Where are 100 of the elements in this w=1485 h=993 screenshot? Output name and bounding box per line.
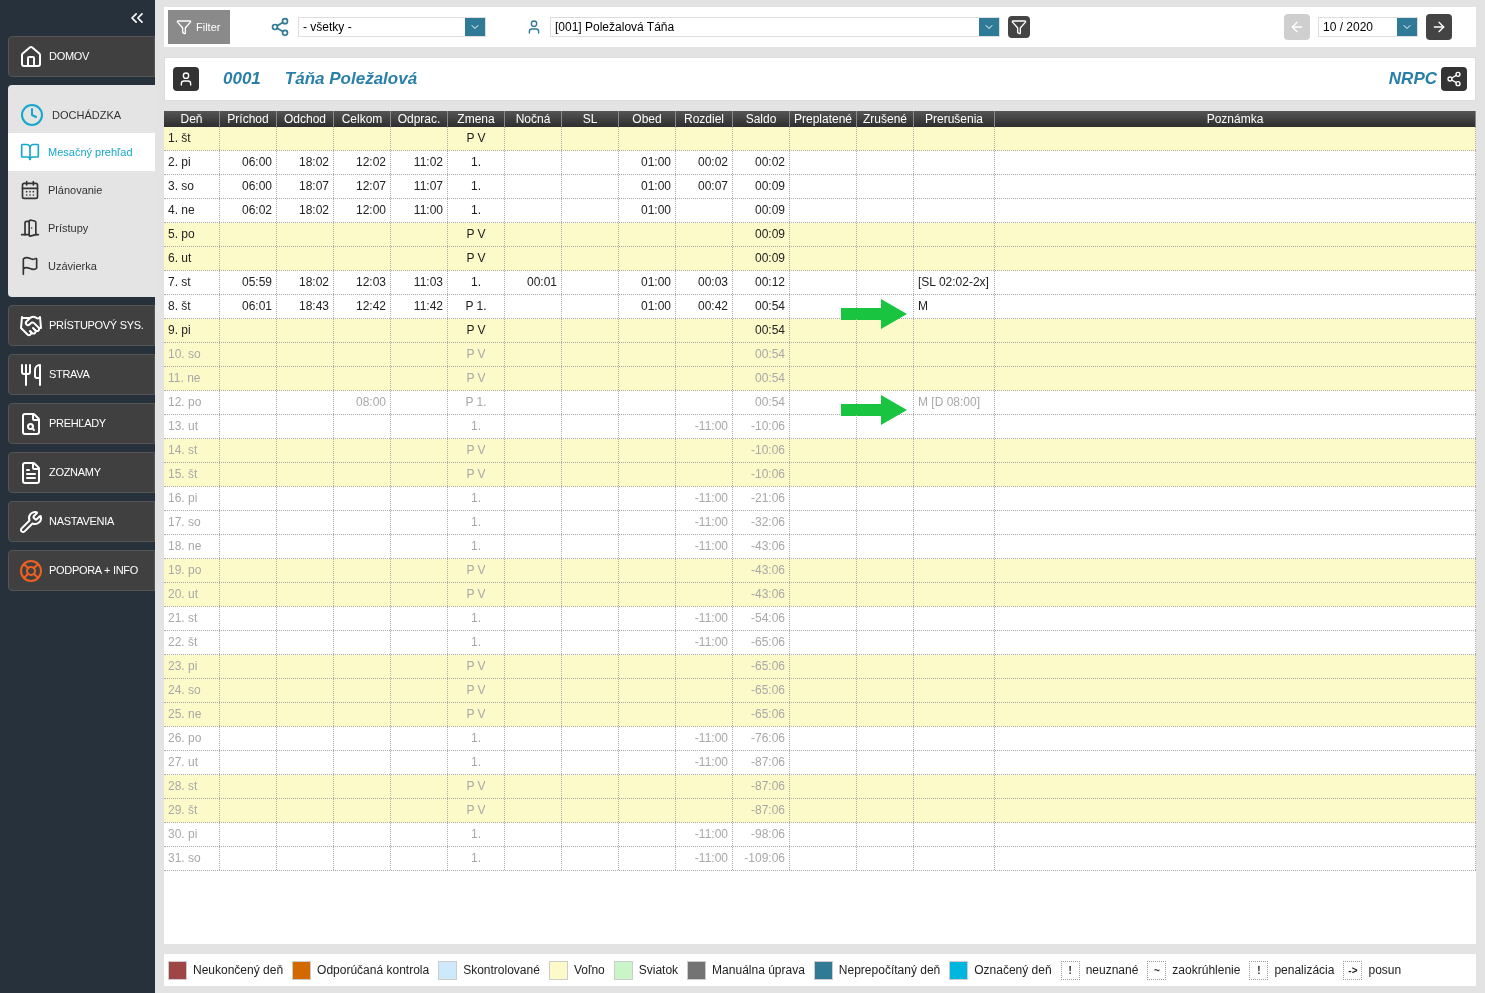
table-cell: 12:02 <box>355 155 386 169</box>
table-cell: 24. so <box>168 683 201 697</box>
table-cell: -10:06 <box>750 467 785 481</box>
table-cell: -11:00 <box>694 827 728 841</box>
nav-subitem[interactable]: Uzávierka <box>8 247 155 285</box>
table-cell: 14. st <box>168 443 198 457</box>
filter-button[interactable] <box>1008 16 1030 38</box>
table-cell: 10. so <box>168 347 201 361</box>
table-cell: -87:06 <box>750 779 785 793</box>
table-cell: 1. <box>471 731 481 745</box>
table-cell: 11:03 <box>413 275 443 289</box>
table-cell: 26. po <box>168 731 202 745</box>
magnifier-icon <box>19 411 43 436</box>
table-cell: 31. so <box>168 851 201 865</box>
lifebuoy-icon <box>19 558 43 583</box>
table-cell: P 1. <box>465 299 487 313</box>
legend-label: neuznané <box>1085 962 1139 979</box>
table-cell: 11:42 <box>413 299 443 313</box>
employee-number: 0001 <box>223 68 261 91</box>
next-month-button[interactable] <box>1426 14 1452 40</box>
table-cell: 00:54 <box>754 299 785 313</box>
table-cell: -11:00 <box>694 491 728 505</box>
nav-group[interactable]: ZOZNAMY <box>8 452 155 493</box>
nav-subitem[interactable]: Prístupy <box>8 209 155 247</box>
table-cell: 00:09 <box>754 227 785 241</box>
table-cell: 22. št <box>168 635 198 649</box>
table-cell: 25. ne <box>168 707 202 721</box>
table-cell: 00:12 <box>754 275 785 289</box>
legend-symbol: ~ <box>1147 960 1167 980</box>
table-cell: -11:00 <box>694 731 728 745</box>
legend-label: Neprepočítaný deň <box>838 962 941 979</box>
table-cell: -87:06 <box>750 755 785 769</box>
table-cell: 8. št <box>168 299 191 313</box>
table-cell: P V <box>466 227 486 241</box>
table-cell: 1. <box>471 179 481 193</box>
network-icon[interactable] <box>1446 71 1462 87</box>
table-cell: 1. <box>471 275 481 289</box>
table-cell: 6. ut <box>168 251 192 265</box>
legend-label: Sviatok <box>638 962 679 979</box>
nav-group[interactable]: PREHĽADY <box>8 403 155 444</box>
table-cell: -10:06 <box>750 443 785 457</box>
table-cell: 11. ne <box>168 371 201 385</box>
legend-label: Neukončený deň <box>193 962 284 979</box>
legend-label: Skontrolované <box>463 962 540 979</box>
table-cell: -65:06 <box>750 707 785 721</box>
filter-icon <box>176 19 192 35</box>
group-select[interactable]: - všetky - <box>298 17 486 37</box>
table-cell: 01:00 <box>640 203 671 217</box>
table-cell: 06:01 <box>241 299 272 313</box>
table-cell: -11:00 <box>694 755 728 769</box>
table-cell: 1. <box>471 155 481 169</box>
table-cell: 18:02 <box>298 275 329 289</box>
table-cell: M [D 08:00] <box>918 395 981 409</box>
table-cell: 21. st <box>168 611 198 625</box>
table-cell: 00:01 <box>526 275 557 289</box>
person-select[interactable]: [001] Poležalová Táňa <box>550 17 1000 37</box>
table-cell: 06:02 <box>241 203 272 217</box>
month-select[interactable]: 10 / 2020 <box>1318 17 1418 37</box>
table-cell: M <box>918 299 928 313</box>
table-cell: 1. <box>471 851 481 865</box>
table-cell: 27. ut <box>168 755 199 769</box>
table-cell: 28. st <box>168 779 198 793</box>
nav-group[interactable]: DOCHÁDZKA <box>8 97 155 133</box>
table-cell: 30. pi <box>168 827 198 841</box>
legend-label: Odporúčaná kontrola <box>317 962 430 979</box>
table-cell: 00:02 <box>754 155 785 169</box>
legend-label: Manuálna úprava <box>712 962 805 979</box>
table-cell: [SL 02:02-2x] <box>918 275 989 289</box>
table-cell: 1. <box>471 755 481 769</box>
table-cell: 20. ut <box>168 587 199 601</box>
table-cell: 15. št <box>168 467 198 481</box>
person-icon <box>526 17 542 37</box>
table-cell: P V <box>466 707 486 721</box>
nav-group[interactable]: PODPORA + INFO <box>8 550 155 591</box>
network-icon <box>270 17 290 37</box>
nav-group[interactable]: PRÍSTUPOVÝ SYS. <box>8 305 155 346</box>
table-cell: 18:02 <box>298 203 329 217</box>
table-cell: -76:06 <box>750 731 785 745</box>
table-cell: 06:00 <box>241 155 272 169</box>
table-cell: P V <box>466 803 486 817</box>
table-cell: -11:00 <box>694 539 728 553</box>
table-cell: P V <box>466 251 486 265</box>
left-arrow-icon <box>1289 19 1305 35</box>
table-cell: -32:06 <box>750 515 785 529</box>
table-cell: 16. pi <box>168 491 198 505</box>
table-cell: P 1. <box>465 395 487 409</box>
nav-group[interactable]: DOMOV <box>8 36 155 77</box>
tools-icon <box>19 509 43 534</box>
table-cell: P V <box>466 563 486 577</box>
table-cell: -43:06 <box>750 539 785 553</box>
table-cell: 4. ne <box>168 203 195 217</box>
table-cell: 00:02 <box>697 155 728 169</box>
nav-group[interactable]: STRAVA <box>8 354 155 395</box>
table-cell: 01:00 <box>640 179 671 193</box>
table-cell: P V <box>466 587 486 601</box>
nav-subitem[interactable]: Plánovanie <box>8 171 155 209</box>
legend-label: penalizácia <box>1274 962 1335 979</box>
nav-group[interactable]: NASTAVENIA <box>8 501 155 542</box>
table-cell: 18:07 <box>298 179 329 193</box>
table-cell: 13. ut <box>168 419 199 433</box>
